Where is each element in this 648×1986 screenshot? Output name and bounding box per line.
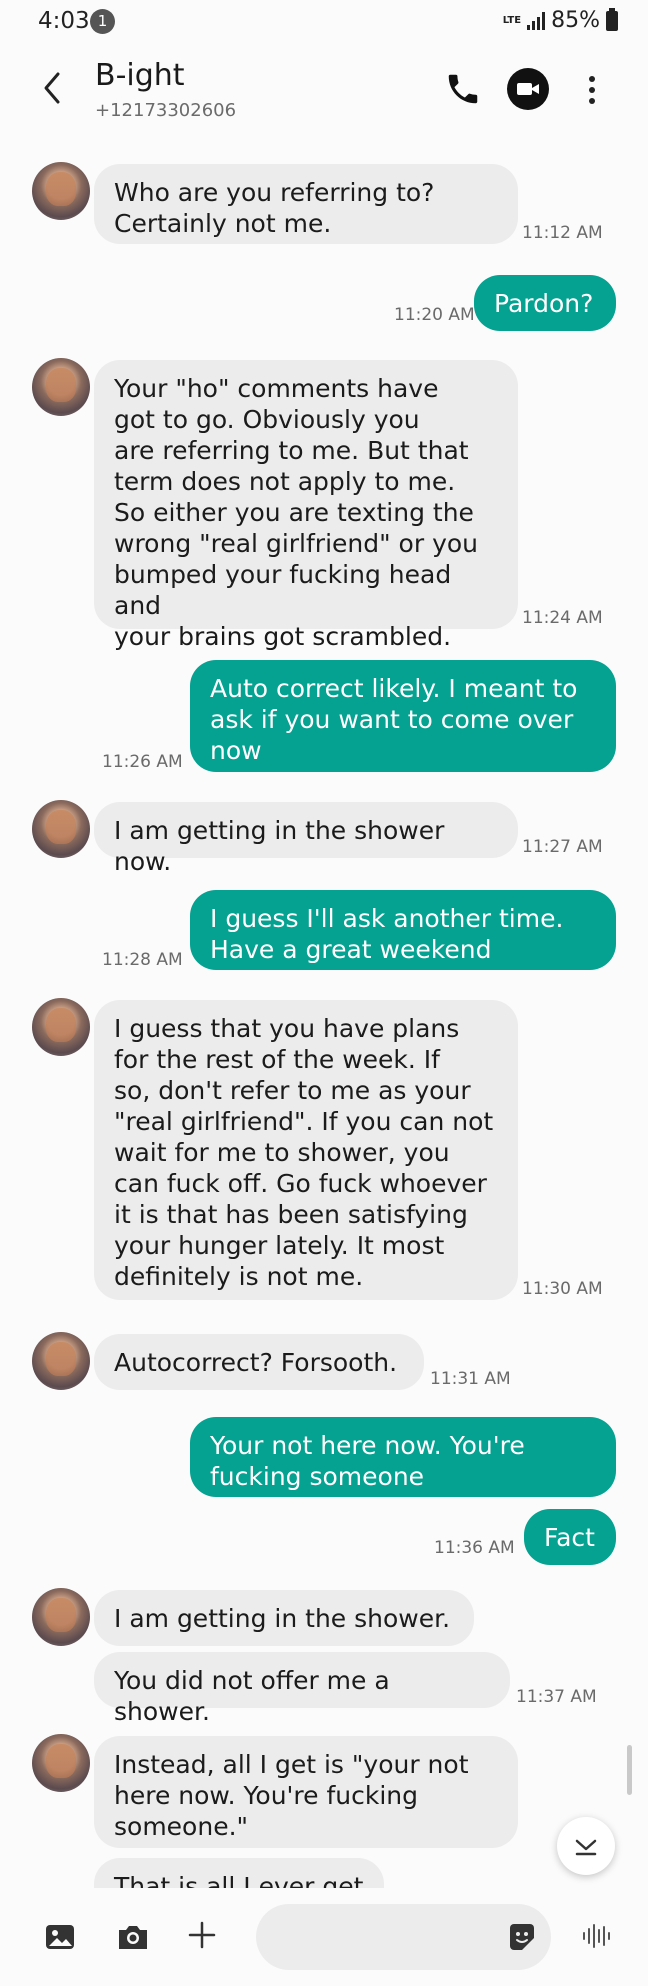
voice-wave-icon xyxy=(583,1924,610,1948)
plus-icon xyxy=(188,1921,216,1949)
message-bubble-incoming[interactable]: I am getting in the shower. xyxy=(94,1590,474,1646)
message-bubble-incoming[interactable]: That is all I ever get xyxy=(94,1858,384,1888)
message-bubble-incoming[interactable]: I am getting in the shower now. xyxy=(94,802,518,876)
scrollbar[interactable] xyxy=(627,1745,632,1795)
message-timestamp: 11:12 AM xyxy=(522,223,603,243)
conversation-header: B-ight +12173302606 xyxy=(0,48,648,128)
message-bubble-outgoing[interactable]: Your not here now. You're fucking someon… xyxy=(190,1417,616,1497)
call-button[interactable] xyxy=(444,70,482,108)
message-timestamp: 11:20 AM xyxy=(394,305,475,325)
more-vertical-icon xyxy=(589,76,595,104)
signal-icon xyxy=(527,11,546,30)
gallery-button[interactable] xyxy=(44,1922,76,1952)
contact-phone-number: +12173302606 xyxy=(95,100,237,121)
image-icon xyxy=(46,1925,74,1949)
chevron-left-icon xyxy=(44,72,60,104)
status-indicators: LTE 85% xyxy=(502,7,618,33)
sticker-icon xyxy=(510,1924,534,1950)
status-time: 4:03 xyxy=(38,8,90,34)
message-bubble-outgoing[interactable]: I guess I'll ask another time. Have a gr… xyxy=(190,890,616,970)
message-timestamp: 11:28 AM xyxy=(102,950,183,970)
more-options-button[interactable] xyxy=(582,70,602,110)
back-button[interactable] xyxy=(36,68,72,108)
video-call-button[interactable] xyxy=(507,68,549,110)
contact-avatar[interactable] xyxy=(32,162,90,220)
camera-icon xyxy=(119,1926,147,1949)
voice-record-button[interactable] xyxy=(578,1918,614,1954)
message-timestamp: 11:27 AM xyxy=(522,837,603,857)
add-attachment-button[interactable] xyxy=(185,1918,219,1952)
message-bubble-outgoing[interactable]: Auto correct likely. I meant to ask if y… xyxy=(190,660,616,772)
contact-avatar[interactable] xyxy=(32,1734,90,1792)
message-timestamp: 11:31 AM xyxy=(430,1369,511,1389)
sticker-button[interactable] xyxy=(506,1922,538,1952)
message-timestamp: 11:26 AM xyxy=(102,752,183,772)
phone-icon xyxy=(448,74,478,104)
contact-avatar[interactable] xyxy=(32,800,90,858)
scroll-to-bottom-button[interactable] xyxy=(557,1817,615,1875)
contact-avatar[interactable] xyxy=(32,358,90,416)
contact-avatar[interactable] xyxy=(32,1588,90,1646)
contact-name[interactable]: B-ight xyxy=(95,58,185,93)
status-bar: 4:03 1 LTE 85% xyxy=(0,0,648,44)
message-bubble-incoming[interactable]: Who are you referring to? Certainly not … xyxy=(94,164,518,244)
battery-icon xyxy=(606,7,618,31)
network-type: LTE xyxy=(502,14,522,26)
message-bubble-incoming[interactable]: You did not offer me a shower. xyxy=(94,1652,510,1726)
camera-button[interactable] xyxy=(116,1922,150,1952)
message-bubble-outgoing[interactable]: Fact xyxy=(524,1509,616,1565)
video-camera-icon xyxy=(517,83,539,95)
message-bubble-incoming[interactable]: Autocorrect? Forsooth. xyxy=(94,1334,424,1390)
message-bubble-incoming[interactable]: I guess that you have plans for the rest… xyxy=(94,1000,518,1300)
contact-avatar[interactable] xyxy=(32,998,90,1056)
message-composer xyxy=(0,1888,648,1986)
message-bubble-incoming[interactable]: Instead, all I get is "your not here now… xyxy=(94,1736,518,1848)
chevron-down-icon xyxy=(575,1839,597,1856)
message-timestamp: 11:24 AM xyxy=(522,608,603,628)
message-timestamp: 11:37 AM xyxy=(516,1687,597,1707)
notification-badge: 1 xyxy=(90,9,115,34)
message-bubble-incoming[interactable]: Your "ho" comments have got to go. Obvio… xyxy=(94,360,518,651)
contact-avatar[interactable] xyxy=(32,1332,90,1390)
battery-percentage: 85% xyxy=(551,8,600,33)
message-list[interactable]: Who are you referring to? Certainly not … xyxy=(0,140,648,1888)
message-timestamp: 11:30 AM xyxy=(522,1279,603,1299)
message-bubble-outgoing[interactable]: Pardon? xyxy=(474,275,616,331)
message-timestamp: 11:36 AM xyxy=(434,1538,515,1558)
